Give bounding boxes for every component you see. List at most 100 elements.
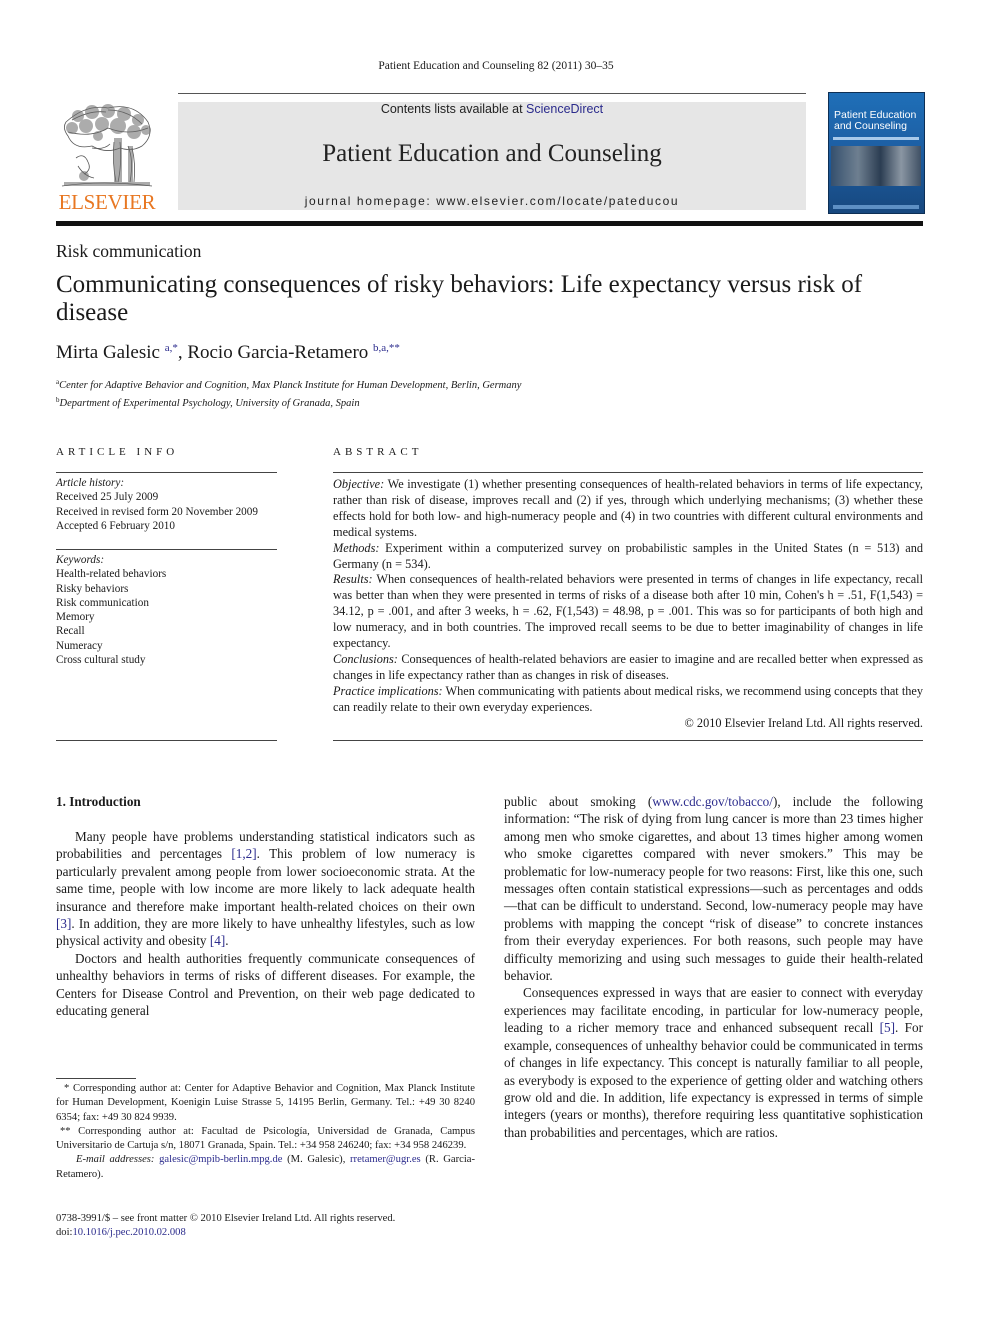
section-heading-introduction: 1. Introduction [56, 794, 141, 809]
author-name[interactable]: Rocio Garcia-Retamero [187, 342, 368, 363]
keywords-list: Keywords: Health-related behaviors Risky… [56, 553, 166, 667]
affiliations: aCenter for Adaptive Behavior and Cognit… [56, 375, 521, 411]
cover-title-line2: and Counseling [834, 120, 907, 132]
cdc-tobacco-link[interactable]: www.cdc.gov/tobacco/ [652, 794, 773, 809]
keyword-item: Memory [56, 611, 95, 624]
results-text: When consequences of health-related beha… [333, 572, 923, 651]
citation-link[interactable]: [5] [880, 1020, 895, 1035]
abstract-body: Objective: We investigate (1) whether pr… [333, 477, 923, 732]
contents-prefix: Contents lists available at [380, 102, 527, 116]
elsevier-logo[interactable]: ELSEVIER [56, 102, 158, 214]
footnote-corresponding-2: ** Corresponding author at: Facultad de … [56, 1125, 475, 1152]
history-item: Accepted 6 February 2010 [56, 519, 175, 532]
author-separator: , [177, 342, 188, 363]
conclusions-label: Conclusions: [333, 651, 398, 666]
issn-line: 0738-3991/$ – see front matter © 2010 El… [56, 1213, 396, 1224]
conclusions-text: Consequences of health-related behaviors… [333, 651, 923, 682]
objective-label: Objective: [333, 477, 385, 491]
keyword-item: Cross cultural study [56, 654, 146, 667]
text-run: Consequences expressed in ways that are … [504, 985, 923, 1036]
history-label: Article history: [56, 477, 125, 489]
abstract-practice: Practice implications: When communicatin… [333, 684, 923, 716]
keyword-item: Recall [56, 625, 85, 638]
abstract-objective: Objective: We investigate (1) whether pr… [333, 477, 923, 541]
affiliation-text: Center for Adaptive Behavior and Cogniti… [59, 380, 522, 391]
keywords-rule [56, 549, 277, 550]
keyword-item: Risk communication [56, 596, 149, 609]
citation-link[interactable]: [4] [210, 933, 225, 948]
text-run: public about smoking ( [504, 794, 653, 809]
journal-title: Patient Education and Counseling [322, 140, 662, 167]
publisher-wordmark: ELSEVIER [58, 190, 156, 214]
abstract-heading: ABSTRACT [333, 446, 423, 458]
body-paragraph: Many people have problems understanding … [56, 828, 475, 950]
history-item: Received 25 July 2009 [56, 491, 159, 504]
running-head: Patient Education and Counseling 82 (201… [378, 60, 614, 72]
footnote-corresponding-1: * Corresponding author at: Center for Ad… [56, 1083, 475, 1123]
text-run: . In addition, they are more likely to h… [56, 916, 475, 949]
author-name[interactable]: Mirta Galesic [56, 342, 160, 363]
body-paragraph: Doctors and health authorities frequentl… [56, 950, 475, 1019]
doi-label: doi: [56, 1227, 73, 1239]
issn-block: 0738-3991/$ – see front matter © 2010 El… [56, 1212, 395, 1241]
affiliation-text: Department of Experimental Psychology, U… [59, 398, 360, 409]
abstract-conclusions: Conclusions: Consequences of health-rela… [333, 652, 923, 684]
text-run: ), include the following information: “T… [504, 794, 923, 984]
abstract-rule [333, 472, 923, 473]
email-label: E-mail addresses: [76, 1154, 155, 1166]
citation-link[interactable]: [3] [56, 916, 71, 931]
affiliation-item: aCenter for Adaptive Behavior and Cognit… [56, 375, 521, 393]
journal-banner: Contents lists available at ScienceDirec… [178, 102, 806, 210]
journal-cover-image[interactable]: Patient Education and Counseling [828, 92, 925, 214]
article-section-label: Risk communication [56, 241, 202, 261]
article-info-bottom-rule [56, 740, 277, 741]
text-run: . For example, consequences of unhealthy… [504, 1020, 923, 1140]
methods-text: Experiment within a computerized survey … [333, 540, 923, 571]
abstract-results: Results: When consequences of health-rel… [333, 572, 923, 652]
practice-label: Practice implications: [333, 683, 443, 698]
keywords-label: Keywords: [56, 554, 105, 566]
results-label: Results: [333, 572, 373, 587]
doi-link[interactable]: 10.1016/j.pec.2010.02.008 [72, 1227, 185, 1238]
email-link[interactable]: rretamer@ugr.es [350, 1154, 421, 1165]
abstract-methods: Methods: Experiment within a computerize… [333, 541, 923, 573]
cover-title: Patient Education and Counseling [834, 110, 922, 132]
body-right-column: public about smoking (www.cdc.gov/tobacc… [504, 793, 923, 1141]
body-left-column: Many people have problems understanding … [56, 828, 475, 1019]
footnote-emails: E-mail addresses: galesic@mpib-berlin.mp… [56, 1153, 475, 1182]
abstract-copyright: © 2010 Elsevier Ireland Ltd. All rights … [684, 715, 923, 730]
affiliation-item: bDepartment of Experimental Psychology, … [56, 393, 521, 411]
article-info-rule [56, 472, 277, 473]
methods-label: Methods: [333, 540, 380, 555]
author-affiliation-marker[interactable]: a,* [165, 342, 178, 354]
objective-text: We investigate (1) whether presenting co… [333, 477, 923, 539]
citation-link[interactable]: [1,2] [231, 846, 256, 861]
article-info-heading: ARTICLE INFO [56, 446, 179, 458]
keyword-item: Risky behaviors [56, 582, 129, 595]
doi-line: doi:10.1016/j.pec.2010.02.008 [56, 1226, 395, 1240]
author-affiliation-marker[interactable]: b,a,** [373, 342, 400, 354]
history-item: Received in revised form 20 November 200… [56, 505, 258, 518]
elsevier-tree-icon [58, 102, 156, 192]
body-paragraph: public about smoking (www.cdc.gov/tobacc… [504, 793, 923, 984]
email-owner: (M. Galesic), [282, 1154, 351, 1166]
journal-homepage[interactable]: journal homepage: www.elsevier.com/locat… [178, 194, 806, 208]
cover-band [833, 137, 919, 140]
abstract-bottom-rule [333, 740, 923, 741]
cover-photos [831, 146, 921, 186]
body-paragraph: Consequences expressed in ways that are … [504, 984, 923, 1141]
article-history: Article history: Received 25 July 2009 R… [56, 476, 258, 533]
text-run: . [225, 933, 229, 949]
keyword-item: Numeracy [56, 639, 103, 652]
cover-footer [833, 205, 919, 209]
author-list: Mirta Galesic a,*, Rocio Garcia-Retamero… [56, 342, 400, 364]
footnotes: * Corresponding author at: Center for Ad… [56, 1082, 475, 1182]
header-thick-rule [56, 221, 923, 226]
keyword-item: Health-related behaviors [56, 568, 167, 581]
footnote-rule [56, 1078, 136, 1079]
email-link[interactable]: galesic@mpib-berlin.mpg.de [159, 1154, 282, 1165]
sciencedirect-link[interactable]: ScienceDirect [526, 102, 603, 116]
contents-availability: Contents lists available at ScienceDirec… [178, 102, 806, 116]
header-rule [178, 93, 806, 94]
article-title: Communicating consequences of risky beha… [56, 271, 863, 326]
